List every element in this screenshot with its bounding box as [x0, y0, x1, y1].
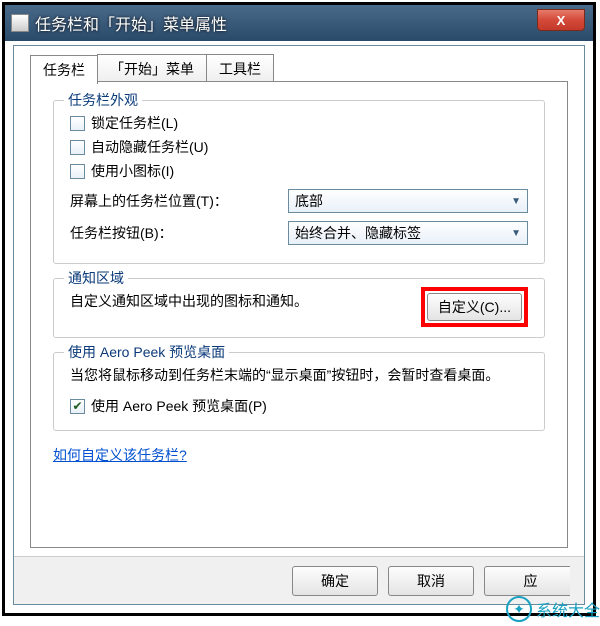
label-buttons: 任务栏按钮(B)：	[70, 223, 288, 243]
chevron-down-icon: ▼	[511, 196, 521, 207]
close-button[interactable]: X	[537, 9, 585, 31]
group-aero-legend: 使用 Aero Peek 预览桌面	[64, 342, 229, 362]
tab-panel-taskbar: 任务栏外观 锁定任务栏(L) 自动隐藏任务栏(U) 使用小图标(I) 屏幕上的任…	[30, 81, 568, 548]
tab-taskbar[interactable]: 任务栏	[30, 55, 98, 84]
titlebar[interactable]: 任务栏和「开始」菜单属性 X	[5, 5, 593, 41]
combo-position[interactable]: 底部 ▼	[288, 189, 528, 213]
checkbox-icon	[70, 116, 85, 131]
highlight-box: 自定义(C)...	[421, 287, 528, 327]
combo-value: 底部	[295, 191, 323, 211]
window-icon	[11, 14, 29, 32]
combo-value: 始终合并、隐藏标签	[295, 223, 421, 243]
checkbox-label: 使用小图标(I)	[91, 161, 174, 181]
checkbox-icon	[70, 140, 85, 155]
close-icon: X	[557, 13, 566, 28]
checkbox-small-icons[interactable]: 使用小图标(I)	[70, 161, 528, 181]
checkbox-aero-peek[interactable]: ✔ 使用 Aero Peek 预览桌面(P)	[70, 396, 528, 416]
checkbox-label: 锁定任务栏(L)	[91, 113, 178, 133]
dialog-window: 任务栏和「开始」菜单属性 X 任务栏 「开始」菜单 工具栏 任务栏外观 锁定任务…	[2, 2, 596, 616]
checkbox-label: 自动隐藏任务栏(U)	[91, 137, 208, 157]
label-position: 屏幕上的任务栏位置(T)：	[70, 191, 288, 211]
customize-button[interactable]: 自定义(C)...	[427, 293, 522, 321]
combo-buttons[interactable]: 始终合并、隐藏标签 ▼	[288, 221, 528, 245]
group-notification: 通知区域 自定义通知区域中出现的图标和通知。 自定义(C)...	[53, 278, 545, 338]
window-title: 任务栏和「开始」菜单属性	[35, 11, 227, 35]
chevron-down-icon: ▼	[511, 228, 521, 239]
checkbox-lock-taskbar[interactable]: 锁定任务栏(L)	[70, 113, 528, 133]
tab-start-menu[interactable]: 「开始」菜单	[97, 54, 207, 83]
ok-button[interactable]: 确定	[292, 566, 378, 596]
group-notification-legend: 通知区域	[64, 268, 128, 288]
aero-desc: 当您将鼠标移动到任务栏末端的“显示桌面”按钮时，会暂时查看桌面。	[70, 365, 528, 386]
checkbox-icon-checked: ✔	[70, 399, 85, 414]
dialog-button-bar: 确定 取消 应	[14, 556, 584, 604]
tab-toolbars[interactable]: 工具栏	[206, 54, 274, 83]
cancel-button[interactable]: 取消	[388, 566, 474, 596]
checkbox-label: 使用 Aero Peek 预览桌面(P)	[91, 396, 267, 416]
notification-desc: 自定义通知区域中出现的图标和通知。	[70, 291, 308, 312]
group-appearance: 任务栏外观 锁定任务栏(L) 自动隐藏任务栏(U) 使用小图标(I) 屏幕上的任…	[53, 100, 545, 264]
group-aero-peek: 使用 Aero Peek 预览桌面 当您将鼠标移动到任务栏末端的“显示桌面”按钮…	[53, 352, 545, 431]
client-area: 任务栏 「开始」菜单 工具栏 任务栏外观 锁定任务栏(L) 自动隐藏任务栏(U)…	[13, 45, 585, 605]
help-link[interactable]: 如何自定义该任务栏?	[53, 447, 187, 463]
checkbox-autohide[interactable]: 自动隐藏任务栏(U)	[70, 137, 528, 157]
tab-strip: 任务栏 「开始」菜单 工具栏	[30, 54, 584, 83]
checkbox-icon	[70, 164, 85, 179]
group-appearance-legend: 任务栏外观	[64, 90, 142, 110]
apply-button[interactable]: 应	[484, 566, 570, 596]
